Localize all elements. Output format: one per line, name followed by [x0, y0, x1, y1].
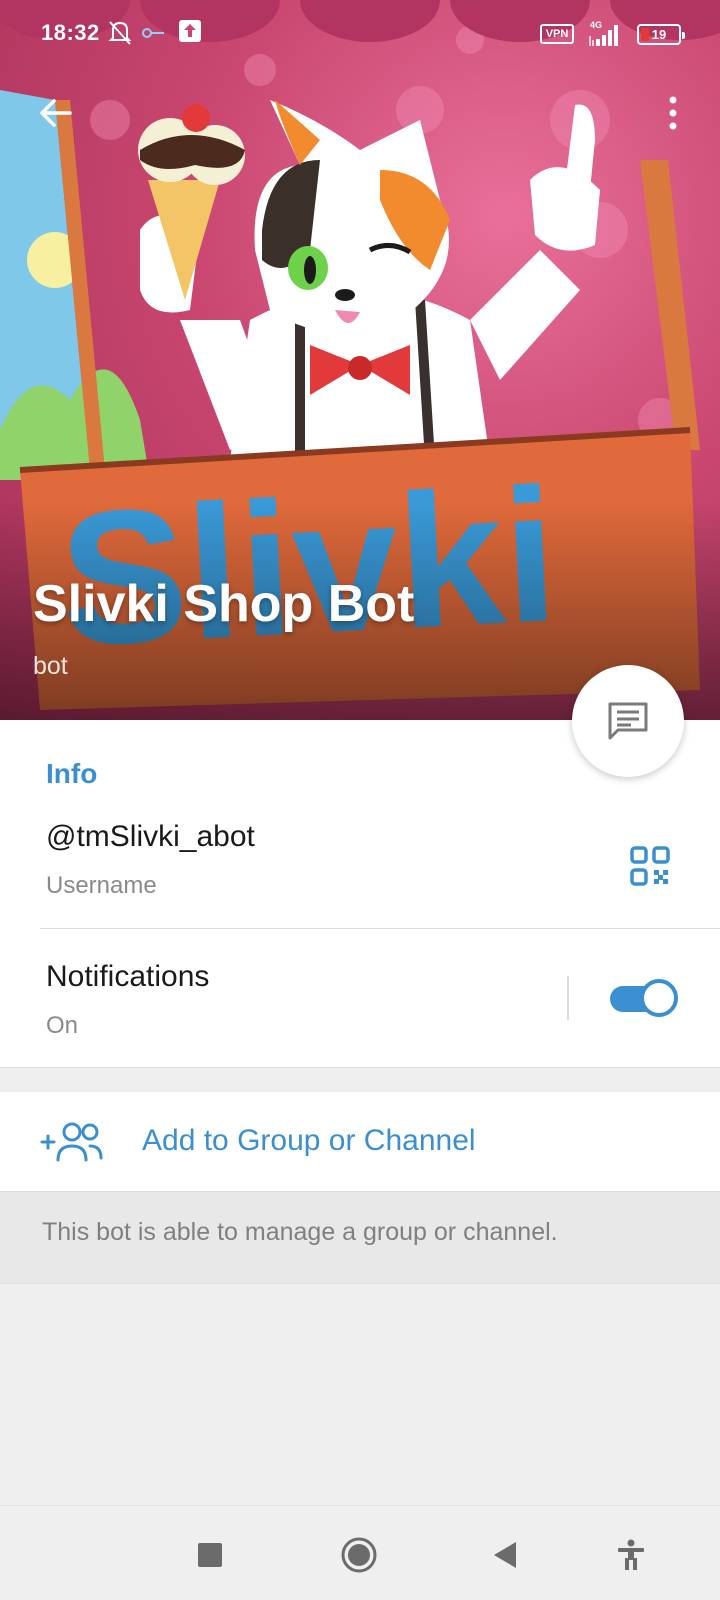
arrow-left-icon	[40, 99, 72, 127]
back-button[interactable]	[30, 88, 80, 138]
info-section-title: Info	[46, 758, 98, 789]
bot-capability-hint: This bot is able to manage a group or ch…	[42, 1218, 558, 1246]
add-to-group-button[interactable]: Add to Group or Channel	[0, 1092, 720, 1192]
nav-back-button[interactable]	[480, 1530, 530, 1580]
vpn-badge: VPN	[540, 24, 574, 44]
add-users-icon	[40, 1122, 103, 1162]
username-value[interactable]: @tmSlivki_abot	[46, 820, 255, 854]
signal-icon	[589, 25, 618, 46]
username-caption: Username	[46, 872, 157, 899]
message-icon	[608, 702, 648, 740]
home-button[interactable]	[334, 1530, 384, 1580]
profile-name: Slivki Shop Bot	[33, 575, 415, 633]
accessibility-icon	[618, 1539, 644, 1570]
qr-code-icon	[630, 846, 670, 886]
notifications-state: On	[46, 1012, 79, 1039]
add-to-group-label: Add to Group or Channel	[142, 1124, 476, 1157]
bell-off-icon	[108, 21, 132, 45]
back-triangle-icon	[494, 1542, 516, 1568]
more-vertical-icon	[669, 96, 677, 130]
send-message-button[interactable]	[572, 665, 684, 777]
qr-code-button[interactable]	[622, 838, 678, 894]
profile-subtitle: bot	[33, 652, 68, 680]
home-circle-icon	[341, 1537, 377, 1573]
status-bar: 18:32 VPN 4G 19	[0, 0, 720, 70]
battery-level: 19	[651, 27, 667, 42]
divider	[40, 928, 720, 929]
notifications-toggle[interactable]	[610, 978, 678, 1018]
more-options-button[interactable]	[648, 88, 698, 138]
recents-button[interactable]	[185, 1530, 235, 1580]
battery-icon: 19	[637, 24, 685, 45]
accessibility-button[interactable]	[606, 1530, 656, 1580]
recents-square-icon	[198, 1543, 222, 1567]
profile-header: Slivki 18:32 VPN 4G 19	[0, 0, 720, 720]
key-icon	[142, 28, 164, 38]
divider	[567, 976, 569, 1020]
notifications-title[interactable]: Notifications	[46, 960, 209, 994]
status-time: 18:32	[41, 20, 100, 45]
upload-icon	[179, 20, 201, 42]
system-nav-bar	[0, 1505, 720, 1600]
